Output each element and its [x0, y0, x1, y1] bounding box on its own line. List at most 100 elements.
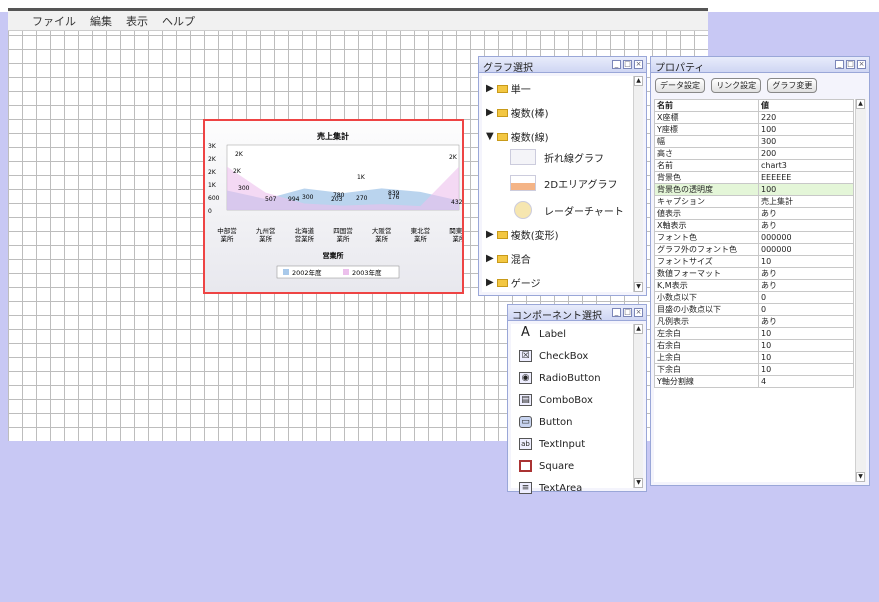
property-value[interactable]: 0 — [758, 303, 854, 316]
scroll-down-icon[interactable]: ▼ — [856, 472, 865, 482]
component-checkbox[interactable]: ☒ CheckBox — [519, 350, 588, 362]
chart-component[interactable]: 売上集計 0 600 1K 2K 2K 3K 2K 2K 300 507 994 300 780 203… — [203, 119, 464, 294]
data-label: 203 — [331, 196, 343, 203]
property-row[interactable]: 名前 chart3 — [654, 159, 854, 172]
tree-item-multi-line[interactable]: ▼ 複数(線) — [486, 129, 549, 144]
properties-toolbar: データ設定 リンク設定 グラフ変更 — [655, 78, 820, 93]
tree-item-multi-bar[interactable]: ▶ 複数(棒) — [486, 105, 549, 120]
menu-edit[interactable]: 編集 — [90, 13, 112, 29]
property-value[interactable]: 0 — [758, 291, 854, 304]
component-select-title: コンポーネント選択 — [512, 311, 602, 322]
property-row[interactable]: Y軸分割線 4 — [654, 375, 854, 388]
component-textinput[interactable]: ab TextInput — [519, 438, 585, 450]
tree-item-single[interactable]: ▶ 単一 — [486, 81, 531, 96]
property-value[interactable]: chart3 — [758, 159, 854, 172]
property-value[interactable]: 売上集計 — [758, 195, 854, 208]
property-name: 背景色の透明度 — [654, 183, 759, 196]
property-row[interactable]: 凡例表示 あり — [654, 315, 854, 328]
menu-file[interactable]: ファイル — [32, 13, 76, 29]
property-row[interactable]: 高さ 200 — [654, 147, 854, 160]
sub-item-radar[interactable]: レーダーチャート — [510, 201, 624, 219]
property-row[interactable]: K,M表示 あり — [654, 279, 854, 292]
component-radiobutton[interactable]: ◉ RadioButton — [519, 372, 601, 384]
property-value[interactable]: 100 — [758, 123, 854, 136]
property-value[interactable]: あり — [758, 219, 854, 232]
property-row[interactable]: 下余白 10 — [654, 363, 854, 376]
sub-item-line-graph[interactable]: 折れ線グラフ — [510, 149, 604, 165]
scroll-down-icon[interactable]: ▼ — [634, 282, 643, 292]
property-row[interactable]: グラフ外のフォント色 000000 — [654, 243, 854, 256]
sub-item-2d-area[interactable]: 2Dエリアグラフ — [510, 175, 618, 191]
property-row[interactable]: 数値フォーマット あり — [654, 267, 854, 280]
col-name-header: 名前 — [654, 99, 759, 112]
property-value[interactable]: あり — [758, 279, 854, 292]
property-value[interactable]: 300 — [758, 135, 854, 148]
scroll-up-icon[interactable]: ▲ — [634, 324, 643, 334]
menu-view[interactable]: 表示 — [126, 13, 148, 29]
graph-select-scrollbar[interactable]: ▲ ▼ — [633, 76, 643, 292]
property-row[interactable]: 左余白 10 — [654, 327, 854, 340]
close-icon[interactable]: × — [634, 308, 643, 317]
data-settings-button[interactable]: データ設定 — [655, 78, 705, 93]
component-textarea[interactable]: ≡ TextArea — [519, 482, 582, 494]
property-value[interactable]: あり — [758, 267, 854, 280]
property-value[interactable]: あり — [758, 315, 854, 328]
tree-item-mixed[interactable]: ▶ 混合 — [486, 251, 531, 266]
property-row[interactable]: X軸表示 あり — [654, 219, 854, 232]
tree-item-gauge[interactable]: ▶ ゲージ — [486, 275, 541, 290]
property-row[interactable]: フォント色 000000 — [654, 231, 854, 244]
component-scrollbar[interactable]: ▲ ▼ — [633, 324, 643, 488]
property-value[interactable]: 10 — [758, 351, 854, 364]
link-settings-button[interactable]: リンク設定 — [711, 78, 762, 93]
component-square[interactable]: Square — [519, 460, 574, 472]
property-row[interactable]: 背景色の透明度 100 — [654, 183, 854, 196]
property-name: Y軸分割線 — [654, 375, 759, 388]
close-icon[interactable]: × — [857, 60, 866, 69]
property-value[interactable]: EEEEEE — [758, 171, 854, 184]
change-graph-button[interactable]: グラフ変更 — [767, 78, 818, 93]
property-row[interactable]: キャプション 売上集計 — [654, 195, 854, 208]
folder-icon — [496, 254, 508, 263]
menu-help[interactable]: ヘルプ — [162, 13, 195, 29]
property-row[interactable]: フォントサイズ 10 — [654, 255, 854, 268]
tree-item-multi-transform[interactable]: ▶ 複数(変形) — [486, 227, 559, 242]
maximize-icon[interactable]: □ — [846, 60, 855, 69]
property-row[interactable]: Y座標 100 — [654, 123, 854, 136]
component-label[interactable]: A Label — [519, 326, 566, 340]
property-value[interactable]: 200 — [758, 147, 854, 160]
property-value[interactable]: 10 — [758, 363, 854, 376]
component-button[interactable]: ▭ Button — [519, 416, 573, 428]
property-row[interactable]: 右余白 10 — [654, 339, 854, 352]
minimize-icon[interactable]: _ — [612, 60, 621, 69]
component-combobox[interactable]: ▤ ComboBox — [519, 394, 593, 406]
property-value[interactable]: 220 — [758, 111, 854, 124]
property-row[interactable]: 小数点以下 0 — [654, 291, 854, 304]
minimize-icon[interactable]: _ — [612, 308, 621, 317]
property-row[interactable]: X座標 220 — [654, 111, 854, 124]
folder-icon — [496, 108, 508, 117]
property-row[interactable]: 値表示 あり — [654, 207, 854, 220]
y-tick-label: 2K — [208, 169, 217, 176]
property-value[interactable]: 000000 — [758, 243, 854, 256]
property-row[interactable]: 上余白 10 — [654, 351, 854, 364]
maximize-icon[interactable]: □ — [623, 308, 632, 317]
property-value[interactable]: 10 — [758, 339, 854, 352]
property-row[interactable]: 幅 300 — [654, 135, 854, 148]
y-tick-label: 3K — [208, 143, 217, 150]
property-value[interactable]: 4 — [758, 375, 854, 388]
scroll-down-icon[interactable]: ▼ — [634, 478, 643, 488]
close-icon[interactable]: × — [634, 60, 643, 69]
scroll-up-icon[interactable]: ▲ — [856, 99, 865, 109]
property-value[interactable]: 10 — [758, 255, 854, 268]
property-row[interactable]: 目盛の小数点以下 0 — [654, 303, 854, 316]
property-value[interactable]: 10 — [758, 327, 854, 340]
property-value[interactable]: 100 — [758, 183, 854, 196]
button-icon: ▭ — [519, 416, 532, 428]
property-value[interactable]: 000000 — [758, 231, 854, 244]
property-row[interactable]: 背景色 EEEEEE — [654, 171, 854, 184]
properties-scrollbar[interactable]: ▲ ▼ — [855, 99, 866, 482]
property-value[interactable]: あり — [758, 207, 854, 220]
scroll-up-icon[interactable]: ▲ — [634, 76, 643, 86]
minimize-icon[interactable]: _ — [835, 60, 844, 69]
maximize-icon[interactable]: □ — [623, 60, 632, 69]
